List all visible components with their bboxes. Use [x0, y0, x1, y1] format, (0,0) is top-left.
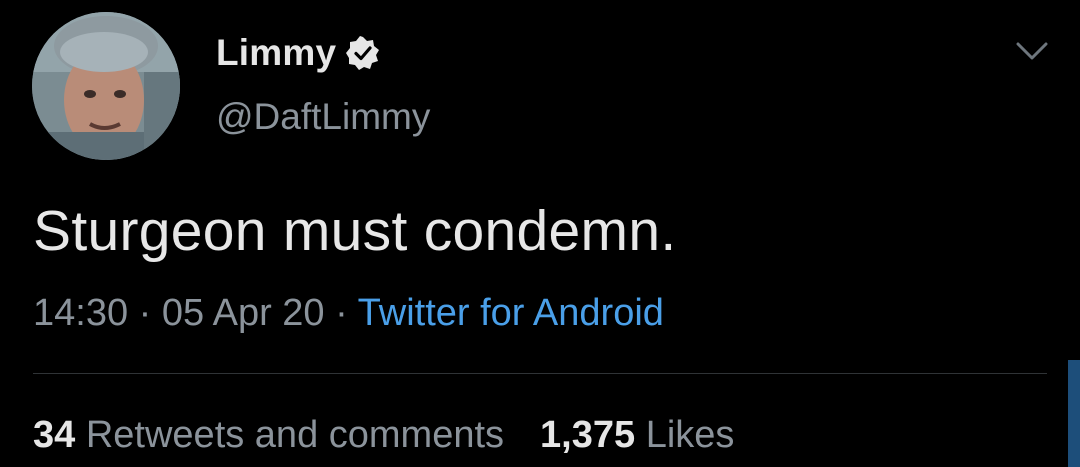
scrollbar[interactable]	[1068, 360, 1080, 467]
tweet-detail: Limmy @DaftLimmy Sturgeon must condemn. …	[0, 0, 1080, 467]
avatar-photo	[32, 12, 180, 160]
avatar[interactable]	[32, 12, 180, 160]
tweet-source-link[interactable]: Twitter for Android	[358, 292, 664, 334]
display-name[interactable]: Limmy	[216, 32, 336, 74]
likes-label: Likes	[645, 414, 735, 456]
meta-separator: ·	[324, 292, 358, 334]
tweet-text: Sturgeon must condemn.	[33, 199, 677, 263]
tweet-date[interactable]: 05 Apr 20	[162, 292, 325, 334]
divider	[33, 373, 1047, 374]
retweets-label: Retweets and comments	[85, 414, 505, 456]
tweet-meta: 14:30 · 05 Apr 20 · Twitter for Android	[33, 292, 664, 335]
likes-count: 1,375	[540, 414, 636, 456]
meta-separator: ·	[128, 292, 162, 334]
verified-badge-icon	[346, 36, 380, 70]
retweets-count: 34	[33, 414, 76, 456]
user-handle[interactable]: @DaftLimmy	[216, 96, 430, 138]
tweet-time[interactable]: 14:30	[33, 292, 128, 334]
retweets-stat[interactable]: 34 Retweets and comments	[33, 414, 504, 456]
display-name-row[interactable]: Limmy	[216, 28, 380, 78]
likes-stat[interactable]: 1,375 Likes	[540, 414, 734, 456]
chevron-down-icon[interactable]	[1014, 36, 1050, 64]
tweet-stats: 34 Retweets and comments 1,375 Likes	[33, 414, 734, 457]
